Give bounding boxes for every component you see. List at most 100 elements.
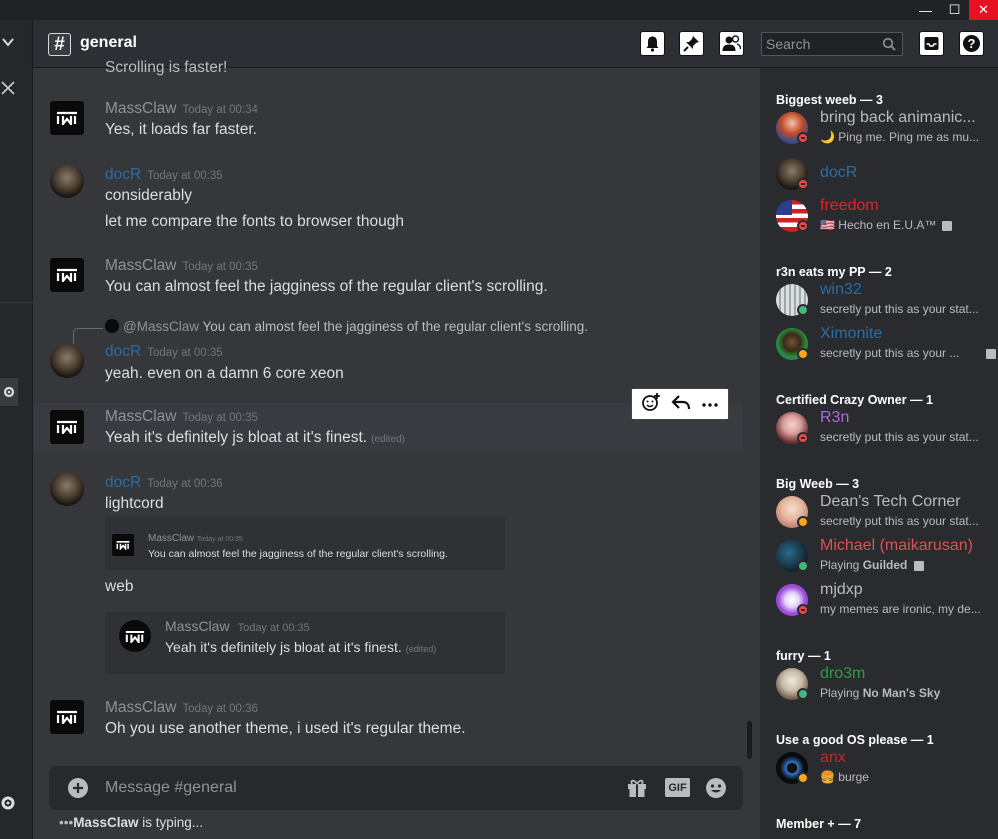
status-dnd-icon (797, 432, 809, 444)
timestamp: Today at 00:35 (147, 347, 223, 359)
member-name: bring back animanic... (820, 109, 976, 126)
member-item[interactable]: mjdxp my memes are ironic, my de... (776, 578, 996, 622)
member-item[interactable]: win32 secretly put this as your stat... (776, 278, 996, 322)
status-idle-icon (797, 772, 809, 784)
bell-icon[interactable] (640, 31, 665, 56)
member-status: 🇺🇸 Hecho en E.U.A™ (820, 218, 937, 232)
message-text: web (105, 578, 134, 595)
message-text: let me compare the fonts to browser thou… (105, 213, 404, 230)
embed-timestamp: Today at 00:35 (196, 536, 243, 543)
add-reaction-icon[interactable] (641, 392, 661, 417)
username[interactable]: MassClaw Today at 00:34 (105, 100, 258, 118)
close-icon[interactable] (1, 81, 15, 100)
help-icon[interactable]: ? (959, 31, 984, 56)
timestamp: Today at 00:35 (147, 170, 223, 182)
reply-avatar (105, 319, 119, 333)
username[interactable]: MassClaw Today at 00:35 (105, 257, 258, 275)
gear-icon[interactable] (0, 378, 18, 406)
reply-preview[interactable]: @MassClaw You can almost feel the jaggin… (105, 319, 588, 334)
scrollbar-thumb[interactable] (747, 721, 752, 759)
member-name: freedom (820, 197, 879, 214)
member-name: mjdxp (820, 581, 863, 598)
members-icon[interactable] (719, 31, 744, 56)
username[interactable]: docR Today at 00:36 (105, 474, 223, 492)
member-item[interactable]: R3n secretly put this as your stat... (776, 406, 996, 450)
message-text: Oh you use another theme, i used it's re… (105, 720, 466, 737)
reply-icon[interactable] (671, 393, 691, 416)
member-category: Biggest weeb — 3 (776, 93, 883, 107)
embed-username: MassClaw Today at 00:35 (165, 618, 310, 634)
quoted-message-embed[interactable]: MassClaw Today at 00:35 Yeah it's definit… (105, 612, 505, 674)
member-item[interactable]: Ximonite secretly put this as your ... (776, 322, 996, 366)
username[interactable]: docR Today at 00:35 (105, 343, 223, 361)
note-icon (986, 349, 996, 359)
timestamp: Today at 00:36 (147, 478, 223, 490)
emoji-icon[interactable] (705, 777, 727, 804)
avatar[interactable] (50, 700, 84, 734)
username[interactable]: MassClaw Today at 00:36 (105, 699, 258, 717)
avatar[interactable] (50, 164, 84, 198)
embed-text: You can almost feel the jagginess of the… (148, 548, 448, 560)
maximize-button[interactable]: ☐ (940, 0, 969, 20)
search-input[interactable] (762, 33, 872, 55)
member-name: anx (820, 749, 846, 766)
close-window-button[interactable]: ✕ (969, 0, 998, 20)
member-item[interactable]: bring back animanic... 🌙 Ping me. Ping m… (776, 106, 996, 150)
member-item[interactable]: freedom 🇺🇸 Hecho en E.U.A™ (776, 194, 996, 238)
members-list: Biggest weeb — 3 bring back animanic... … (760, 68, 998, 839)
message-text: considerably (105, 187, 193, 204)
edited-tag: (edited) (405, 644, 437, 654)
member-status: secretly put this as your stat... (820, 430, 979, 444)
search-icon (882, 37, 896, 56)
chevron-down-icon[interactable] (2, 34, 14, 52)
edited-tag: (edited) (371, 434, 406, 445)
status-online-icon (797, 688, 809, 700)
member-name: Michael (maikarusan) (820, 537, 973, 554)
timestamp: Today at 00:36 (182, 703, 258, 715)
avatar[interactable] (50, 344, 84, 378)
more-options-icon[interactable] (701, 395, 719, 413)
status-idle-icon (797, 516, 809, 528)
window-controls: — ☐ ✕ (911, 0, 998, 20)
message-input[interactable] (105, 775, 545, 801)
member-item[interactable]: Dean's Tech Corner secretly put this as … (776, 490, 996, 534)
add-attachment-icon[interactable] (67, 777, 89, 804)
inbox-icon[interactable] (919, 31, 944, 56)
username[interactable]: docR Today at 00:35 (105, 166, 223, 184)
title-bar: — ☐ ✕ (0, 0, 998, 20)
status-online-icon (797, 304, 809, 316)
minimize-button[interactable]: — (911, 0, 940, 20)
member-item[interactable]: dro3m Playing No Man's Sky (776, 662, 996, 706)
svg-text:?: ? (968, 36, 976, 51)
channel-sidebar (0, 20, 33, 839)
gift-icon[interactable] (626, 777, 648, 804)
avatar[interactable] (50, 258, 84, 292)
gif-button[interactable]: GIF (665, 778, 690, 797)
member-status: Playing Guilded (820, 558, 908, 572)
typing-text: is typing... (142, 815, 204, 830)
member-status: Playing No Man's Sky (820, 686, 941, 700)
divider (0, 302, 33, 303)
user-settings-gear-icon[interactable] (0, 795, 16, 816)
note-icon (942, 221, 952, 231)
search-box[interactable] (761, 32, 903, 56)
member-category: Big Weeb — 3 (776, 477, 860, 491)
typing-dots: ••• (59, 815, 74, 830)
member-category: r3n eats my PP — 2 (776, 265, 892, 279)
pin-icon[interactable] (679, 31, 704, 56)
member-category: Member + — 7 (776, 817, 862, 831)
avatar[interactable] (50, 101, 84, 135)
member-item[interactable]: Michael (maikarusan) Playing Guilded (776, 534, 996, 578)
status-online-icon (797, 560, 809, 572)
avatar[interactable] (50, 472, 84, 506)
member-name: R3n (820, 409, 850, 426)
quoted-message-embed[interactable]: MassClaw Today at 00:35 You can almost f… (105, 517, 505, 570)
embed-avatar (112, 534, 134, 556)
avatar[interactable] (50, 410, 84, 444)
reply-username: @MassClaw (123, 319, 199, 334)
member-item[interactable]: docR (776, 152, 996, 196)
member-status: 🍔 burge (820, 770, 869, 784)
member-name: dro3m (820, 665, 866, 682)
username[interactable]: MassClaw Today at 00:35 (105, 408, 258, 426)
member-item[interactable]: anx 🍔 burge (776, 746, 996, 790)
